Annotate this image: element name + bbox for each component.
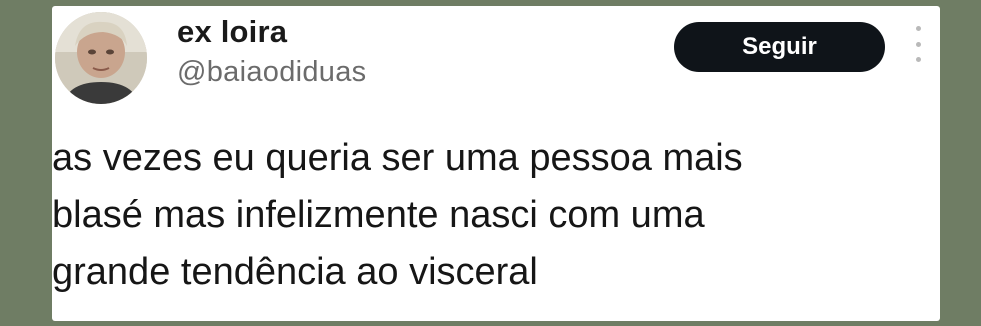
- tweet-text: as vezes eu queria ser uma pessoa mais b…: [52, 130, 922, 301]
- dot: [915, 57, 921, 62]
- user-handle[interactable]: @baiaodiduas: [177, 56, 366, 89]
- tweet-text-line: grande tendência ao visceral: [52, 251, 538, 293]
- avatar[interactable]: [55, 12, 147, 104]
- dot: [915, 26, 921, 31]
- more-vertical-icon[interactable]: [912, 26, 924, 62]
- tweet-card: ex loira @baiaodiduas Seguir as vezes eu…: [52, 6, 940, 321]
- follow-button[interactable]: Seguir: [674, 22, 885, 72]
- dot: [915, 41, 921, 47]
- tweet-text-line: blasé mas infelizmente nasci com uma: [52, 194, 705, 236]
- tweet-text-line: as vezes eu queria ser uma pessoa mais: [52, 137, 743, 179]
- display-name[interactable]: ex loira: [177, 14, 287, 50]
